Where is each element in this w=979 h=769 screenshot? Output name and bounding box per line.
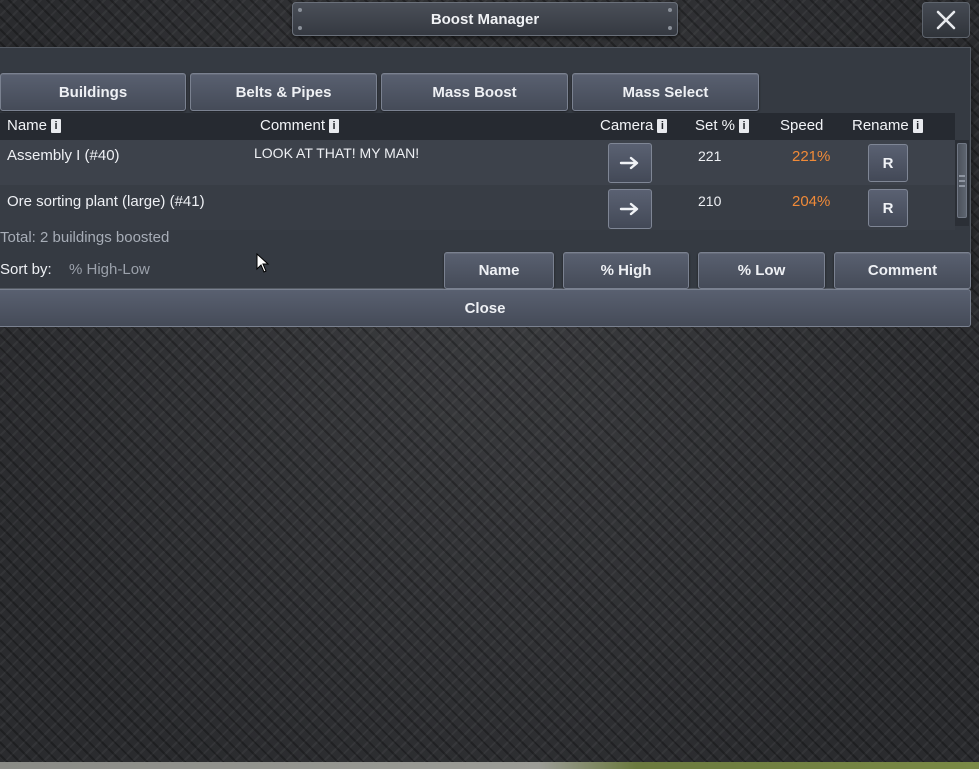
building-name: Ore sorting plant (large) (#41) xyxy=(7,193,205,210)
window-close-button[interactable] xyxy=(922,2,970,38)
info-icon[interactable]: i xyxy=(739,118,750,133)
set-percent-value: 221 xyxy=(698,148,722,164)
scroll-grip xyxy=(959,175,965,177)
speed-value: 204% xyxy=(792,193,831,210)
arrow-right-icon xyxy=(619,156,639,170)
camera-button[interactable] xyxy=(608,189,652,229)
column-label: Camera xyxy=(600,117,654,134)
tab-label: Buildings xyxy=(58,83,128,101)
info-icon[interactable]: i xyxy=(657,118,668,133)
scroll-grip xyxy=(959,185,965,187)
tab-mass-boost[interactable]: Mass Boost xyxy=(381,73,568,111)
column-header-camera: Camera i xyxy=(600,117,668,134)
info-icon[interactable]: i xyxy=(51,118,62,133)
set-percent-value: 210 xyxy=(698,193,722,209)
sort-label: Sort by: xyxy=(0,261,52,278)
rivet xyxy=(668,26,672,30)
arrow-right-icon xyxy=(619,202,639,216)
sort-by-high-button[interactable]: % High xyxy=(563,252,689,289)
scroll-grip xyxy=(959,180,965,182)
close-icon xyxy=(936,10,956,30)
column-label: Comment xyxy=(260,117,326,134)
column-header-speed: Speed xyxy=(780,117,823,134)
rename-button-label: R xyxy=(882,154,894,172)
rivet xyxy=(668,8,672,12)
column-label: Speed xyxy=(780,117,824,134)
speed-value: 221% xyxy=(792,148,831,165)
tab-label: Mass Select xyxy=(622,83,709,101)
close-button[interactable]: Close xyxy=(0,289,971,327)
window-title: Boost Manager xyxy=(430,10,540,28)
info-icon[interactable]: i xyxy=(912,118,923,133)
tab-label: Belts & Pipes xyxy=(235,83,332,101)
sort-button-label: Name xyxy=(478,262,520,279)
close-button-label: Close xyxy=(464,299,506,317)
sort-button-label: % High xyxy=(600,262,652,279)
building-name: Assembly I (#40) xyxy=(7,147,120,164)
column-header-set-percent: Set % i xyxy=(695,117,750,134)
table-row: Assembly I (#40) LOOK AT THAT! MY MAN! 2… xyxy=(0,140,955,185)
rename-button[interactable]: R xyxy=(868,189,908,227)
table-row: Ore sorting plant (large) (#41) 210 204%… xyxy=(0,185,955,230)
building-comment: LOOK AT THAT! MY MAN! xyxy=(254,145,420,161)
tab-buildings[interactable]: Buildings xyxy=(0,73,186,111)
camera-button[interactable] xyxy=(608,143,652,183)
rename-button-label: R xyxy=(882,199,894,217)
sort-button-label: Comment xyxy=(867,262,938,279)
sort-current-value: % High-Low xyxy=(69,261,150,278)
tab-mass-select[interactable]: Mass Select xyxy=(572,73,759,111)
column-header-rename: Rename i xyxy=(852,117,923,134)
tab-label: Mass Boost xyxy=(432,83,517,101)
column-label: Set % xyxy=(695,117,736,134)
column-header-comment: Comment i xyxy=(260,117,340,134)
rivet xyxy=(298,8,302,12)
sort-by-low-button[interactable]: % Low xyxy=(698,252,825,289)
column-label: Name xyxy=(7,117,48,134)
window-title-bar: Boost Manager xyxy=(292,2,678,36)
tab-belts-pipes[interactable]: Belts & Pipes xyxy=(190,73,377,111)
mouse-cursor-icon xyxy=(256,253,270,273)
ground-strip xyxy=(0,762,979,769)
column-label: Rename xyxy=(852,117,909,134)
rivet xyxy=(298,26,302,30)
sort-button-label: % Low xyxy=(737,262,786,279)
column-header-name: Name i xyxy=(7,117,62,134)
sort-by-comment-button[interactable]: Comment xyxy=(834,252,971,289)
rename-button[interactable]: R xyxy=(868,144,908,182)
info-icon[interactable]: i xyxy=(329,118,340,133)
sort-by-name-button[interactable]: Name xyxy=(444,252,554,289)
total-summary: Total: 2 buildings boosted xyxy=(0,229,170,246)
